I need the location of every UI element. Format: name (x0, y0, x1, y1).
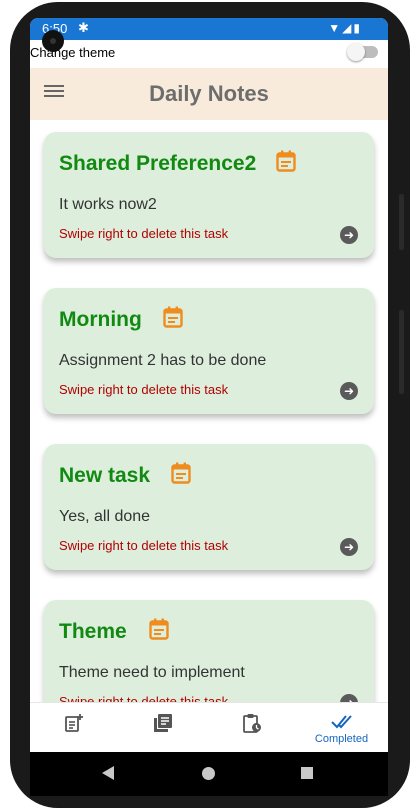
settings-icon: ✱ (78, 20, 89, 35)
library-books-icon (154, 714, 172, 732)
calendar-icon (276, 150, 296, 172)
task-title: Shared Preference2 (59, 152, 257, 175)
page-title: Daily Notes (149, 81, 269, 106)
swipe-hint: Swipe right to delete this task (59, 538, 229, 553)
nav-library[interactable] (119, 703, 208, 752)
power-button (399, 310, 404, 394)
pending-clipboard-icon (243, 714, 261, 733)
swipe-hint: Swipe right to delete this task (59, 226, 229, 241)
home-icon[interactable] (202, 767, 215, 780)
phone-screen: 6:50 ✱ ▼◢▮ Change theme Daily Notes Shar… (30, 18, 388, 752)
nav-completed[interactable]: Completed (297, 703, 386, 752)
task-description: It works now2 (59, 196, 157, 213)
theme-row: Change theme (30, 40, 388, 68)
arrow-forward-icon[interactable]: ➜ (340, 538, 358, 556)
app-bar: Daily Notes (30, 68, 388, 120)
status-bar: 6:50 ✱ ▼◢▮ (30, 18, 388, 40)
calendar-icon (149, 618, 169, 640)
swipe-hint: Swipe right to delete this task (59, 694, 229, 702)
calendar-icon (163, 306, 183, 328)
nav-pending[interactable] (208, 703, 297, 752)
task-card[interactable]: Shared Preference2 It works now2 Swipe r… (44, 132, 374, 258)
task-description: Assignment 2 has to be done (59, 352, 267, 369)
nav-completed-label: Completed (314, 733, 369, 745)
arrow-forward-icon[interactable]: ➜ (340, 226, 358, 244)
nav-add-note[interactable] (30, 703, 119, 752)
task-list[interactable]: Shared Preference2 It works now2 Swipe r… (30, 120, 388, 702)
arrow-forward-icon[interactable]: ➜ (340, 694, 358, 702)
back-icon[interactable] (102, 766, 114, 780)
bottom-navigation: Completed (30, 702, 388, 752)
task-title: New task (59, 464, 151, 487)
task-title: Theme (59, 620, 127, 643)
volume-button (399, 194, 404, 250)
calendar-icon (171, 462, 191, 484)
front-camera (42, 30, 64, 52)
theme-toggle[interactable] (347, 43, 378, 61)
toggle-knob[interactable] (347, 43, 365, 61)
change-theme-label: Change theme (30, 45, 116, 60)
task-card[interactable]: New task Yes, all done Swipe right to de… (44, 444, 374, 570)
task-title: Morning (59, 308, 142, 331)
status-indicators: ▼◢▮ (328, 21, 362, 35)
arrow-forward-icon[interactable]: ➜ (340, 382, 358, 400)
done-all-icon (331, 715, 352, 729)
task-description: Theme need to implement (59, 664, 245, 681)
task-card[interactable]: Theme Theme need to implement Swipe righ… (44, 600, 374, 702)
system-navigation-bar (30, 752, 388, 796)
recent-apps-icon[interactable] (301, 767, 313, 779)
swipe-hint: Swipe right to delete this task (59, 382, 229, 397)
add-note-icon (65, 714, 83, 732)
task-card[interactable]: Morning Assignment 2 has to be done Swip… (44, 288, 374, 414)
task-description: Yes, all done (59, 508, 151, 525)
